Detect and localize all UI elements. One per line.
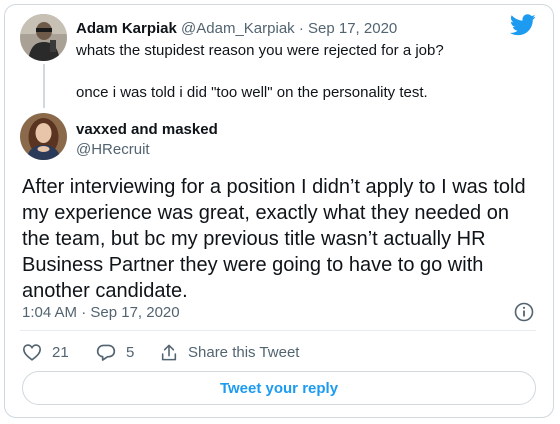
divider bbox=[20, 330, 536, 331]
reply-icon bbox=[96, 344, 116, 361]
tweet-timestamp[interactable]: 1:04 AM · Sep 17, 2020 bbox=[22, 304, 180, 321]
twitter-bird-icon[interactable] bbox=[510, 14, 536, 36]
heart-icon bbox=[22, 344, 42, 361]
author-display-name[interactable]: vaxxed and masked bbox=[76, 121, 218, 138]
parent-author-handle[interactable]: @Adam_Karpiak bbox=[181, 20, 295, 37]
tweet-text: After interviewing for a position I didn… bbox=[22, 176, 526, 302]
parent-tweet-text-line2: once i was told i did "too well" on the … bbox=[76, 84, 428, 101]
info-icon[interactable] bbox=[514, 302, 534, 322]
like-count: 21 bbox=[52, 343, 69, 361]
like-action[interactable]: 21 bbox=[22, 343, 69, 361]
reply-action[interactable]: 5 bbox=[96, 343, 134, 362]
thread-connector bbox=[43, 64, 45, 108]
share-icon bbox=[161, 344, 177, 361]
avatar-adam-karpiak[interactable] bbox=[20, 14, 67, 61]
parent-meta-separator: · bbox=[298, 20, 304, 37]
share-label: Share this Tweet bbox=[188, 344, 300, 361]
parent-tweet-header: Adam Karpiak @Adam_Karpiak · Sep 17, 202… bbox=[76, 20, 397, 37]
tweet-your-reply-button[interactable]: Tweet your reply bbox=[22, 371, 536, 405]
share-action[interactable]: Share this Tweet bbox=[160, 343, 299, 362]
parent-tweet-date[interactable]: Sep 17, 2020 bbox=[308, 20, 397, 37]
avatar-hrecruit[interactable] bbox=[20, 113, 67, 160]
parent-author-name[interactable]: Adam Karpiak bbox=[76, 20, 177, 37]
author-handle[interactable]: @HRecruit bbox=[76, 141, 150, 158]
parent-tweet-text-line1: whats the stupidest reason you were reje… bbox=[76, 42, 444, 59]
reply-count: 5 bbox=[126, 344, 135, 361]
